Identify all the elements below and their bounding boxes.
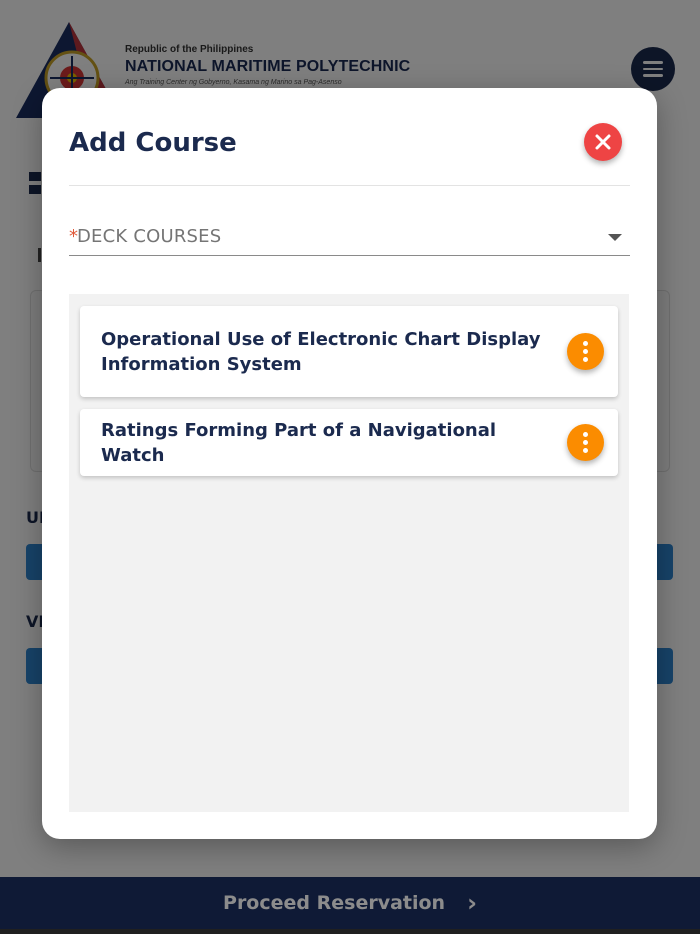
proceed-reservation-label: Proceed Reservation [223,892,446,914]
proceed-reservation-button[interactable]: Proceed Reservation › [0,877,700,929]
course-title: Operational Use of Electronic Chart Disp… [101,328,541,375]
course-list: Operational Use of Electronic Chart Disp… [69,294,629,812]
chevron-right-icon: › [467,889,477,917]
course-title: Ratings Forming Part of a Navigational W… [101,419,497,466]
course-category-value: DECK COURSES [77,226,222,247]
more-vertical-icon[interactable] [567,333,604,370]
caret-down-icon [608,234,622,241]
list-item[interactable]: Ratings Forming Part of a Navigational W… [80,409,618,476]
modal-divider [69,185,630,186]
course-category-select[interactable]: * DECK COURSES [69,216,630,256]
more-vertical-icon[interactable] [567,424,604,461]
close-x-icon[interactable] [584,123,622,161]
add-course-modal: Add Course * DECK COURSES Operational Us… [42,88,657,839]
list-item[interactable]: Operational Use of Electronic Chart Disp… [80,306,618,397]
modal-title: Add Course [69,128,237,158]
page-bottom-edge [0,929,700,934]
